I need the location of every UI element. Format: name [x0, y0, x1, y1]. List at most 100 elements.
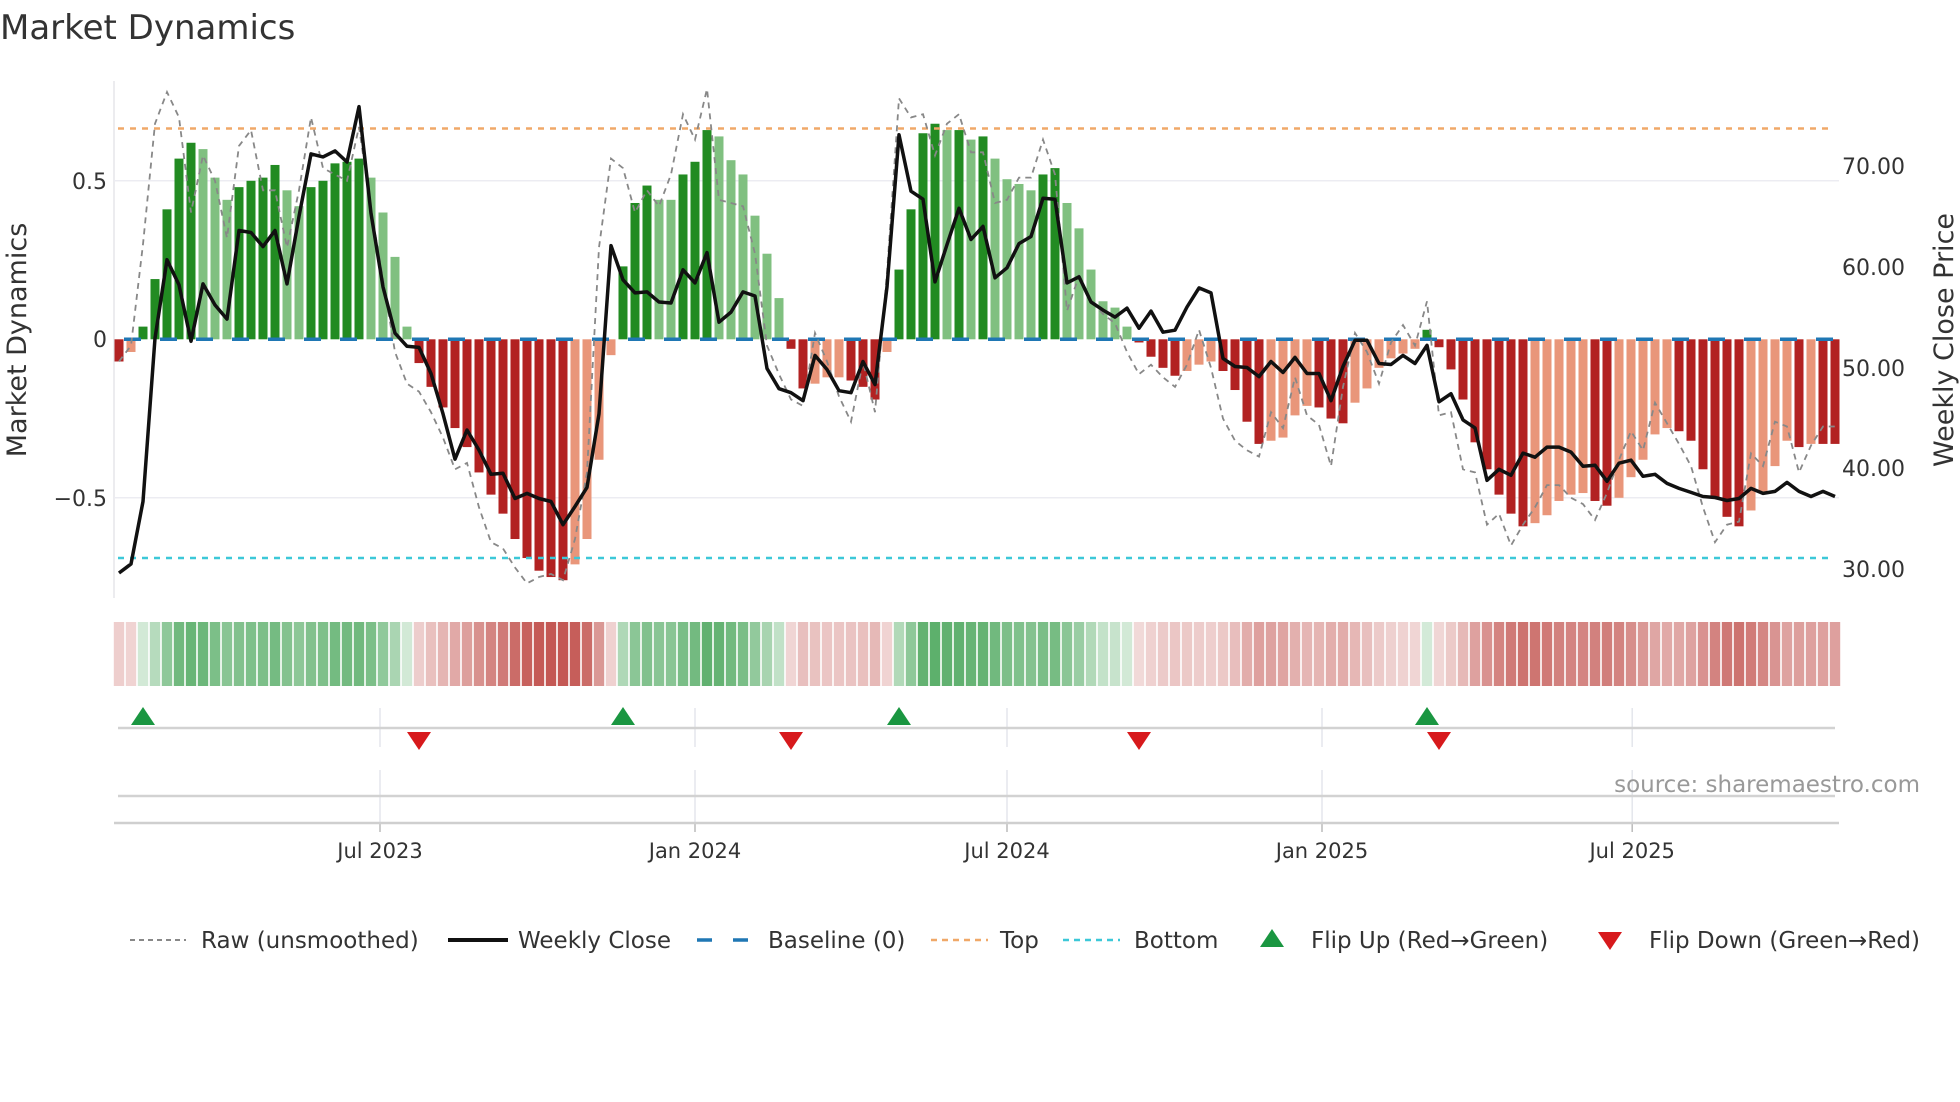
heat-strip-cell: [293, 622, 305, 686]
heat-strip-cell: [1073, 622, 1085, 686]
dynamics-bar: [1590, 339, 1600, 501]
dynamics-bar: [1506, 339, 1516, 514]
heat-strip-cell: [1721, 622, 1733, 686]
dynamics-bar: [918, 133, 928, 340]
dynamics-bar: [1242, 339, 1252, 422]
heat-strip-cell: [1325, 622, 1337, 686]
flip-up-marker: [131, 707, 155, 725]
dynamics-bar: [1830, 339, 1840, 444]
heat-strip-cell: [1757, 622, 1769, 686]
flip-markers-panel: [118, 707, 1835, 750]
heat-strip-cell: [1385, 622, 1397, 686]
heat-strip-cell: [1493, 622, 1505, 686]
heat-strip-cell: [1565, 622, 1577, 686]
heat-strip-cell: [533, 622, 545, 686]
heat-strip-cell: [605, 622, 617, 686]
heat-strip-cell: [773, 622, 785, 686]
dynamics-bar: [1758, 339, 1768, 492]
legend-baseline-label: Baseline (0): [768, 928, 905, 954]
x-tick-label: Jul 2024: [962, 839, 1049, 863]
heat-strip-cell: [353, 622, 365, 686]
y2-tick-label: 70.00: [1842, 155, 1905, 180]
heat-strip-cell: [1745, 622, 1757, 686]
dynamics-bar: [846, 339, 856, 381]
heat-strip-cell: [929, 622, 941, 686]
flip-down-marker: [779, 732, 803, 750]
dynamics-bar: [1122, 326, 1132, 340]
heat-strip-cell: [1613, 622, 1625, 686]
heat-strip-cell: [485, 622, 497, 686]
dynamics-bar: [774, 298, 784, 340]
heat-strip-cell: [1469, 622, 1481, 686]
dynamics-bar: [1578, 339, 1588, 494]
dynamics-bar: [174, 158, 184, 340]
flip-down-marker: [407, 732, 431, 750]
raw-series-line: [118, 88, 1835, 585]
heat-strip-cell: [653, 622, 665, 686]
dynamics-bar: [906, 209, 916, 340]
heat-strip-cell: [1577, 622, 1589, 686]
heat-strip-cell: [377, 622, 389, 686]
heat-strip-cell: [389, 622, 401, 686]
heat-strip-cell: [557, 622, 569, 686]
heat-strip-cell: [1313, 622, 1325, 686]
heat-strip-cell: [689, 622, 701, 686]
heat-strip-cell: [281, 622, 293, 686]
y-tick-label: 0: [93, 328, 107, 353]
dynamics-bar: [1398, 339, 1408, 354]
heat-strip-cell: [161, 622, 173, 686]
heat-strip-cell: [1433, 622, 1445, 686]
main-plot: [113, 81, 1840, 598]
dynamics-bar: [546, 339, 556, 578]
dynamics-bar: [954, 130, 964, 340]
heat-strip-cell: [1805, 622, 1817, 686]
heat-strip-cell: [1637, 622, 1649, 686]
dynamics-bar: [258, 177, 268, 340]
dynamics-bar: [1158, 339, 1168, 368]
heat-strip-cell: [1709, 622, 1721, 686]
dynamics-bar: [834, 339, 844, 378]
dynamics-bar: [1674, 339, 1684, 432]
heat-strip-cell: [797, 622, 809, 686]
heat-strip-cell: [1253, 622, 1265, 686]
heat-strip-cell: [1337, 622, 1349, 686]
heat-strip-cell: [749, 622, 761, 686]
dynamics-bar: [1194, 339, 1204, 365]
dynamics-bar: [642, 185, 652, 340]
dynamics-bar: [1806, 339, 1816, 444]
heat-strip-cell: [1697, 622, 1709, 686]
dynamics-bar: [246, 180, 256, 340]
heat-strip-cell: [845, 622, 857, 686]
heat-strip-cell: [1265, 622, 1277, 686]
dynamics-bar: [1722, 339, 1732, 517]
heat-strip-cell: [1157, 622, 1169, 686]
heat-strip-cell: [785, 622, 797, 686]
dynamics-bar: [1278, 339, 1288, 438]
dynamics-bar: [1614, 339, 1624, 498]
heat-strip-cell: [305, 622, 317, 686]
y2-tick-label: 60.00: [1842, 256, 1905, 281]
flip-up-marker: [611, 707, 635, 725]
dynamics-bar: [1554, 339, 1564, 501]
legend-top-label: Top: [999, 928, 1039, 954]
heat-strip-cell: [569, 622, 581, 686]
dynamics-bar: [606, 339, 616, 356]
heat-strip-cell: [1025, 622, 1037, 686]
heat-strip-cell: [881, 622, 893, 686]
heat-strip-cell: [1289, 622, 1301, 686]
heat-strip-cell: [1781, 622, 1793, 686]
heat-strip-cell: [1229, 622, 1241, 686]
heat-strip-cell: [1397, 622, 1409, 686]
heat-strip-cell: [1169, 622, 1181, 686]
x-tick-label: Jul 2025: [1587, 839, 1674, 863]
heat-strip-cell: [1445, 622, 1457, 686]
heat-strip-cell: [1085, 622, 1097, 686]
heat-strip-cell: [989, 622, 1001, 686]
heat-strip-cell: [677, 622, 689, 686]
dynamics-bar: [666, 199, 676, 340]
heat-strip-cell: [497, 622, 509, 686]
dynamics-bar: [534, 339, 544, 571]
heat-strip-cell: [233, 622, 245, 686]
heat-strip-cell: [725, 622, 737, 686]
dynamics-bar: [1566, 339, 1576, 495]
